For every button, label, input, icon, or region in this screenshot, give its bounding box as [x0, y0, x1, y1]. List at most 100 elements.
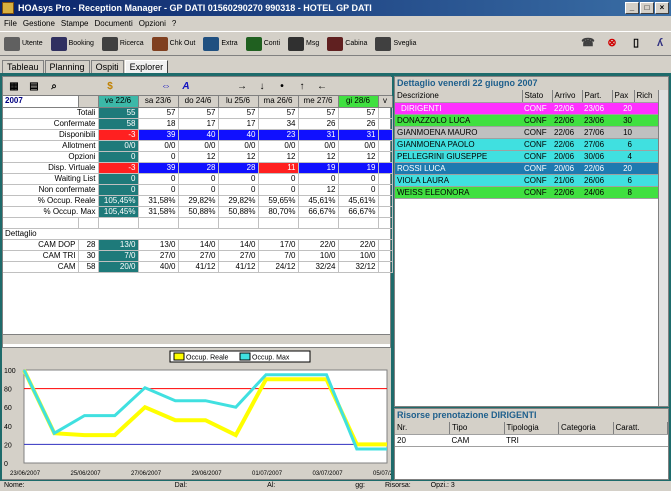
grid-cell[interactable]: 29,82%: [218, 195, 259, 207]
grid-cell[interactable]: 57: [138, 107, 179, 119]
grid-cell[interactable]: 18: [138, 118, 179, 130]
grid-cell[interactable]: 50,88%: [178, 206, 219, 218]
grid-cell[interactable]: 31: [338, 129, 379, 141]
grid-cell[interactable]: 28: [178, 162, 219, 174]
detail-cell[interactable]: 13/0: [138, 239, 179, 251]
reservation-row[interactable]: GIANMOENA MAURO CONF 22/06 27/06 10: [395, 126, 658, 139]
arrow-down-icon[interactable]: ↓: [255, 81, 269, 92]
column-header[interactable]: Categoria: [558, 422, 614, 435]
grid-cell[interactable]: 0: [98, 151, 139, 163]
grid-cell[interactable]: 0: [218, 184, 259, 196]
grid-cell[interactable]: 45,61%: [338, 195, 379, 207]
menu-item[interactable]: Gestione: [23, 17, 55, 30]
document-icon[interactable]: ▯: [629, 36, 643, 50]
resource-row[interactable]: 20 CAM TRI: [395, 434, 668, 447]
toolbar-button[interactable]: Conti: [245, 36, 280, 51]
detail-cell[interactable]: 32/12: [338, 261, 379, 273]
grid-cell[interactable]: 0: [258, 173, 299, 185]
date-column-header[interactable]: ve 22/6: [98, 96, 139, 108]
date-column-header[interactable]: v: [378, 96, 393, 108]
grid-cell[interactable]: 0/0: [98, 140, 139, 152]
grid-cell[interactable]: 0/0: [138, 140, 179, 152]
dot-icon[interactable]: •: [275, 81, 289, 92]
detail-cell[interactable]: 7/0: [258, 250, 299, 262]
grid-cell[interactable]: 0: [338, 184, 379, 196]
detail-cell[interactable]: 17/0: [258, 239, 299, 251]
grid-cell[interactable]: 57: [298, 107, 339, 119]
grid-cell[interactable]: 0: [138, 184, 179, 196]
reservation-row[interactable]: ROSSI LUCA CONF 20/06 22/06 20: [395, 162, 658, 175]
reservation-row[interactable]: VIOLA LAURA CONF 21/06 26/06 6: [395, 174, 658, 187]
grid-cell[interactable]: 0: [98, 173, 139, 185]
maximize-button[interactable]: □: [640, 2, 654, 14]
grid-cell[interactable]: 19: [298, 162, 339, 174]
grid-cell[interactable]: 0/0: [298, 140, 339, 152]
grid-cell[interactable]: 0/0: [218, 140, 259, 152]
menu-item[interactable]: Documenti: [95, 17, 133, 30]
column-header[interactable]: Nr.: [395, 422, 450, 435]
grid-cell[interactable]: 12: [178, 151, 219, 163]
detail-cell[interactable]: 41/12: [218, 261, 259, 273]
grid-cell[interactable]: 0/0: [338, 140, 379, 152]
grid-cell[interactable]: 0/0: [178, 140, 219, 152]
grid-cell[interactable]: 0: [258, 184, 299, 196]
grid-cell[interactable]: 0: [178, 184, 219, 196]
grid-cell[interactable]: 105,45%: [98, 206, 139, 218]
column-header[interactable]: Caratt.: [613, 422, 668, 435]
tab[interactable]: Planning: [44, 60, 90, 73]
toolbar-button[interactable]: Booking: [50, 36, 94, 51]
grid-cell[interactable]: 26: [338, 118, 379, 130]
grid-cell[interactable]: 0: [138, 173, 179, 185]
grid-cell[interactable]: 40: [218, 129, 259, 141]
column-header[interactable]: Tipologia: [504, 422, 559, 435]
column-header[interactable]: Pax: [612, 90, 635, 103]
grid-cell[interactable]: 19: [338, 162, 379, 174]
money-icon[interactable]: $: [103, 81, 117, 92]
date-column-header[interactable]: sa 23/6: [138, 96, 179, 108]
menu-item[interactable]: ?: [172, 17, 176, 30]
grid-cell[interactable]: 0: [178, 173, 219, 185]
calendar-icon[interactable]: ▦: [7, 81, 21, 92]
grid-cell[interactable]: -3: [98, 129, 139, 141]
grid-cell[interactable]: 31,58%: [138, 206, 179, 218]
grid-cell[interactable]: 40: [178, 129, 219, 141]
detail-cell[interactable]: 14/0: [218, 239, 259, 251]
grid-cell[interactable]: 59,65%: [258, 195, 299, 207]
column-header[interactable]: Part.: [582, 90, 613, 103]
detail-cell[interactable]: 41/12: [178, 261, 219, 273]
vertical-scrollbar[interactable]: [658, 90, 668, 406]
arrow-left-icon[interactable]: ←: [315, 81, 329, 92]
grid-cell[interactable]: 39: [138, 129, 179, 141]
grid-cell[interactable]: 105,45%: [98, 195, 139, 207]
menu-item[interactable]: File: [4, 17, 17, 30]
grid-cell[interactable]: 26: [298, 118, 339, 130]
grid-cell[interactable]: 17: [218, 118, 259, 130]
tab[interactable]: Tableau: [2, 60, 44, 73]
arrow-up-icon[interactable]: ↑: [295, 81, 309, 92]
grid-cell[interactable]: 45,61%: [298, 195, 339, 207]
grid-cell[interactable]: 31,58%: [138, 195, 179, 207]
toolbar-button[interactable]: Sveglia: [375, 36, 416, 51]
zoom-icon[interactable]: ⌕: [47, 81, 61, 92]
toolbar-button[interactable]: Extra: [203, 36, 238, 51]
arrow-right-icon[interactable]: →: [235, 81, 249, 92]
detail-cell[interactable]: 27/0: [138, 250, 179, 262]
tab[interactable]: Explorer: [124, 60, 169, 73]
grid-cell[interactable]: 50,88%: [218, 206, 259, 218]
table-icon[interactable]: ▤: [27, 81, 41, 92]
grid-cell[interactable]: 12: [338, 151, 379, 163]
grid-cell[interactable]: 0: [138, 151, 179, 163]
detail-cell[interactable]: 32/24: [298, 261, 339, 273]
grid-cell[interactable]: 23: [258, 129, 299, 141]
grid-cell[interactable]: 0: [298, 173, 339, 185]
toolbar-button[interactable]: Chk Out: [151, 36, 195, 51]
date-column-header[interactable]: do 24/6: [178, 96, 219, 108]
toolbar-button[interactable]: Utente: [4, 36, 43, 51]
minimize-button[interactable]: _: [625, 2, 639, 14]
grid-cell[interactable]: 57: [338, 107, 379, 119]
date-column-header[interactable]: me 27/6: [298, 96, 339, 108]
toolbar-button[interactable]: Ricerca: [101, 36, 144, 51]
grid-cell[interactable]: 57: [218, 107, 259, 119]
column-header[interactable]: Stato: [522, 90, 553, 103]
font-icon[interactable]: A: [179, 81, 193, 92]
